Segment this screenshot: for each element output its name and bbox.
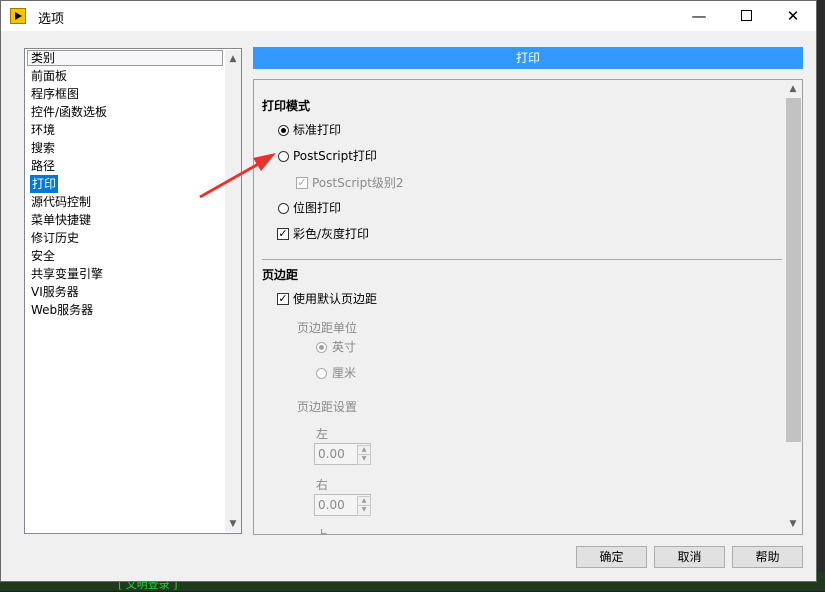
- scrollbar-thumb[interactable]: [786, 98, 801, 442]
- print-mode-title: 打印模式: [262, 99, 311, 113]
- right-margin-label: 右: [316, 478, 329, 492]
- category-item-security[interactable]: 安全: [30, 247, 225, 265]
- category-item-menu-shortcuts[interactable]: 菜单快捷键: [30, 211, 225, 229]
- left-margin-value: 0.00: [318, 447, 345, 461]
- margin-settings-title: 页边距设置: [297, 400, 358, 414]
- left-margin-label: 左: [316, 427, 329, 441]
- category-item-print[interactable]: 打印: [30, 175, 59, 193]
- category-item-front-panel[interactable]: 前面板: [30, 67, 225, 85]
- scroll-down-icon[interactable]: ▼: [785, 516, 801, 532]
- category-list[interactable]: 类别 前面板 程序框图 控件/函数选板 环境 搜索 路径 打印 源代码控制 菜单…: [24, 48, 242, 534]
- margin-unit-title: 页边距单位: [297, 321, 358, 335]
- labview-app-icon: [10, 8, 26, 24]
- minimize-button[interactable]: —: [676, 1, 722, 31]
- print-settings-panel: 打印模式 标准打印 PostScript打印 ✓ PostScript级别2 位…: [253, 79, 803, 535]
- title-bar: 选项 — ✕: [1, 1, 816, 31]
- section-divider: [262, 259, 782, 260]
- stepper-down-icon[interactable]: ▼: [357, 505, 371, 516]
- category-item-web-server[interactable]: Web服务器: [30, 301, 225, 319]
- postscript-level2-label: PostScript级别2: [312, 176, 404, 190]
- cancel-button[interactable]: 取消: [654, 546, 725, 568]
- postscript-level2-checkbox[interactable]: ✓: [296, 177, 308, 189]
- category-item-block-diagram[interactable]: 程序框图: [30, 85, 225, 103]
- right-margin-stepper[interactable]: 0.00 ▲ ▼: [314, 494, 371, 516]
- right-margin-value: 0.00: [318, 498, 345, 512]
- cm-radio[interactable]: [316, 368, 327, 379]
- inch-label: 英寸: [332, 340, 357, 354]
- minimize-icon: —: [691, 7, 707, 25]
- page-header: 打印: [253, 47, 803, 69]
- help-button[interactable]: 帮助: [732, 546, 803, 568]
- category-list-header: 类别: [27, 50, 223, 66]
- inch-radio[interactable]: [316, 342, 327, 353]
- color-gray-print-checkbox[interactable]: ✓: [277, 228, 289, 240]
- close-button[interactable]: ✕: [770, 1, 816, 31]
- settings-scrollbar[interactable]: ▲ ▼: [785, 80, 802, 534]
- window-title: 选项: [38, 12, 65, 27]
- category-item-paths[interactable]: 路径: [30, 157, 225, 175]
- top-margin-label: 上: [316, 528, 329, 535]
- stepper-down-icon[interactable]: ▼: [357, 454, 371, 465]
- maximize-button[interactable]: [723, 1, 769, 31]
- scroll-up-icon[interactable]: ▲: [785, 81, 801, 97]
- use-default-margins-label: 使用默认页边距: [293, 292, 378, 306]
- category-item-vi-server[interactable]: VI服务器: [30, 283, 225, 301]
- use-default-margins-checkbox[interactable]: ✓: [277, 293, 289, 305]
- options-dialog: 选项 — ✕ 类别 前面板 程序框图 控件/函数选板 环境 搜索 路径 打印 源…: [0, 0, 817, 582]
- maximize-icon: [740, 10, 752, 21]
- category-list-scrollbar[interactable]: ▲ ▼: [225, 50, 241, 532]
- standard-print-radio[interactable]: [278, 125, 289, 136]
- postscript-print-label: PostScript打印: [293, 149, 377, 163]
- category-item-environment[interactable]: 环境: [30, 121, 225, 139]
- category-item-revision-history[interactable]: 修订历史: [30, 229, 225, 247]
- scroll-up-icon[interactable]: ▲: [225, 51, 241, 67]
- bitmap-print-radio[interactable]: [278, 203, 289, 214]
- color-gray-print-label: 彩色/灰度打印: [293, 227, 370, 241]
- category-item-source-control[interactable]: 源代码控制: [30, 193, 225, 211]
- category-item-palettes[interactable]: 控件/函数选板: [30, 103, 225, 121]
- category-item-search[interactable]: 搜索: [30, 139, 225, 157]
- bitmap-print-label: 位图打印: [293, 201, 342, 215]
- ok-button[interactable]: 确定: [576, 546, 647, 568]
- standard-print-label: 标准打印: [293, 123, 342, 137]
- margins-title: 页边距: [262, 268, 299, 282]
- cm-label: 厘米: [332, 366, 357, 380]
- left-margin-stepper[interactable]: 0.00 ▲ ▼: [314, 443, 371, 465]
- category-row-print: 打印: [30, 175, 225, 193]
- scroll-down-icon[interactable]: ▼: [225, 516, 241, 532]
- postscript-print-radio[interactable]: [278, 151, 289, 162]
- category-items: 前面板 程序框图 控件/函数选板 环境 搜索 路径 打印 源代码控制 菜单快捷键…: [30, 67, 225, 319]
- close-icon: ✕: [786, 7, 800, 25]
- category-item-shared-variable-engine[interactable]: 共享变量引擎: [30, 265, 225, 283]
